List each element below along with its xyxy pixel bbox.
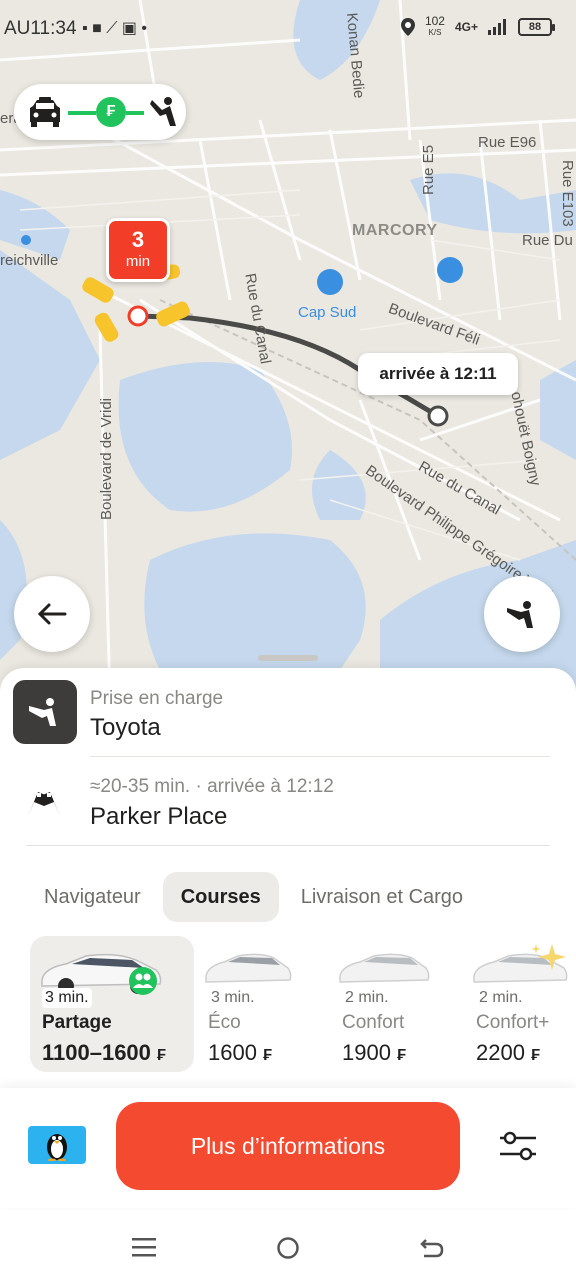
tariff-name: Partage [42,1012,112,1033]
shared-ride-icon [129,967,157,995]
pickup-label: Prise en charge [90,688,224,709]
notification-icons: ▪ ■ ⟋ ▣ • [82,20,148,37]
system-nav-bar [0,1210,576,1280]
map-label: Cap Sud [298,304,357,321]
route-segment [68,111,96,115]
service-tabs: Navigateur Courses Livraison et Cargo [26,872,485,924]
map-label: Rue E103 [559,160,576,227]
tab-navigateur[interactable]: Navigateur [26,872,159,922]
eta-unit: min [125,253,151,270]
tariff-name: Confort+ [476,1012,550,1033]
tab-courses[interactable]: Courses [162,872,279,922]
pickup-point-button[interactable] [484,576,560,652]
map-label: reichville [0,252,59,269]
tariff-card-confort-plus[interactable]: 2 min. Confort+ 2200 ₣ [464,936,576,1072]
currency-icon: ₣ [96,97,126,127]
map-label: Boulevard de Vridi [98,397,115,520]
tariff-card-partage[interactable]: 3 min. Partage 1100–1600 ₣ [30,936,194,1072]
currency-symbol: ₣ [263,1047,272,1064]
signal-icon [488,19,506,35]
tariff-price-value: 1600 [208,1040,257,1065]
home-icon[interactable] [276,1236,300,1260]
hailing-person-icon [507,601,533,628]
penguin-icon [47,1134,67,1161]
speed-unit: K/S [428,28,442,37]
currency-symbol: ₣ [531,1047,540,1064]
battery-icon: 88 [518,18,555,36]
tariff-name: Éco [208,1012,241,1033]
eta-minutes: 3 [131,227,145,252]
sheet-grabber[interactable] [258,655,318,661]
back-button[interactable] [14,576,90,652]
more-info-button[interactable]: Plus d’informations [116,1102,460,1190]
back-nav-icon[interactable] [420,1236,444,1260]
tariff-price-value: 1100–1600 [42,1040,151,1065]
ride-options-icon[interactable] [496,1126,540,1166]
map-label: Rue Du B [522,232,576,249]
arrow-left-icon [37,603,67,625]
location-icon [400,18,415,36]
status-time: AU11:34 [4,18,77,39]
currency-symbol: ₣ [397,1047,406,1064]
currency-symbol: ₣ [157,1047,166,1064]
divider [26,845,550,846]
destination-row[interactable]: ≈20-35 min. · arrivée à 12:12 Parker Pla… [0,770,576,846]
tariff-time: 3 min. [42,988,92,1008]
car-image [339,953,430,983]
tariff-price: 1600 ₣ [208,1040,272,1066]
tariff-time: 3 min. [211,989,255,1006]
car-image [205,953,292,983]
divider [90,756,550,757]
tariff-price: 1100–1600 ₣ [42,1040,166,1066]
tab-livraison-cargo[interactable]: Livraison et Cargo [283,872,481,922]
map-label: MARCORY [352,222,438,239]
pickup-address: Toyota [90,714,161,741]
tariff-time: 2 min. [345,989,389,1006]
payment-method-button[interactable] [28,1126,86,1164]
tariff-price-value: 2200 [476,1040,525,1065]
route-summary-pill[interactable]: ₣ [14,84,186,140]
sparkle-icon [531,944,566,970]
hailing-person-icon [150,97,176,126]
destination-address: Parker Place [90,803,228,830]
pickup-eta-marker: 3 min [106,218,170,282]
network-type: 4G+ [454,20,478,34]
status-bar: AU11:34 ▪ ■ ⟋ ▣ • 102 K/S 4G+ 88 [0,0,576,58]
speed-value: 102 [424,14,445,28]
pickup-row[interactable]: Prise en charge Toyota [0,680,576,760]
taxi-icon [30,97,60,127]
tariff-time: 2 min. [479,989,523,1006]
map-label: Rue E96 [478,134,537,151]
destination-eta: ≈20-35 min. · arrivée à 12:12 [90,776,334,797]
route-segment [126,111,144,115]
tariff-price: 2200 ₣ [476,1040,540,1066]
tariff-price: 1900 ₣ [342,1040,406,1066]
tariff-price-value: 1900 [342,1040,391,1065]
map-label: Rue E5 [420,144,437,195]
tariff-name: Confort [342,1012,405,1033]
arrival-time-bubble: arrivée à 12:11 [358,353,518,395]
network-speed: 102 K/S [424,14,445,38]
recent-apps-icon[interactable] [132,1236,156,1258]
